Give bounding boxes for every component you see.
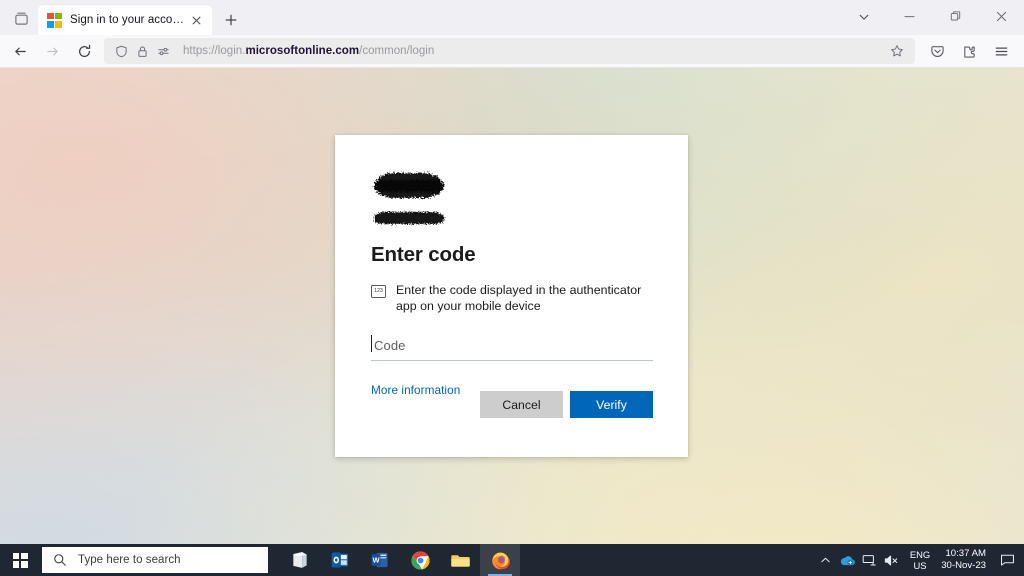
windows-start-icon[interactable] [0, 544, 40, 576]
taskbar: Type here to search W ENG US 10:37 AM 30… [0, 544, 1024, 576]
sign-in-dialog: Enter code 123 Enter the code displayed … [335, 135, 688, 457]
verify-button[interactable]: Verify [570, 391, 653, 418]
new-tab-button[interactable] [216, 5, 246, 35]
search-input[interactable]: Type here to search [42, 547, 268, 573]
chevron-down-icon[interactable] [842, 0, 886, 33]
shield-icon[interactable] [112, 42, 131, 61]
onenote-icon[interactable] [280, 544, 320, 576]
dialog-description-row: 123 Enter the code displayed in the auth… [371, 282, 653, 315]
word-icon[interactable]: W [360, 544, 400, 576]
chrome-icon[interactable] [400, 544, 440, 576]
redacted-account-name [374, 212, 444, 224]
navigation-toolbar: https://login.microsoftonline.com/common… [0, 35, 1024, 68]
numeric-keypad-icon: 123 [371, 284, 386, 298]
clock-time: 10:37 AM [945, 548, 986, 560]
close-button[interactable] [978, 0, 1024, 33]
maximize-button[interactable] [932, 0, 978, 33]
search-placeholder: Type here to search [78, 554, 181, 566]
dialog-actions: Cancel Verify [480, 391, 653, 418]
text-caret [371, 334, 372, 352]
search-icon [53, 553, 67, 567]
window-controls [842, 0, 1024, 35]
url-bar[interactable]: https://login.microsoftonline.com/common… [104, 38, 915, 64]
chevron-up-icon[interactable] [815, 544, 837, 576]
screen: Enter code 123 Enter the code displayed … [0, 0, 1024, 576]
browser-window: Sign in to your account https://login.mi… [0, 0, 1024, 68]
toolbar-actions [921, 37, 1017, 65]
language-line-2: US [913, 560, 927, 571]
hamburger-menu-icon[interactable] [985, 37, 1017, 65]
tab-list-icon[interactable] [4, 3, 38, 33]
clock-date: 30-Nov-23 [941, 560, 986, 571]
url-text: https://login.microsoftonline.com/common… [183, 45, 435, 57]
tab-strip: Sign in to your account [0, 0, 1024, 35]
extensions-icon[interactable] [953, 37, 985, 65]
bookmark-star-icon[interactable] [883, 38, 911, 64]
outlook-icon[interactable] [320, 544, 360, 576]
system-tray: ENG US 10:37 AM 30-Nov-23 [815, 544, 1024, 576]
forward-arrow-icon [36, 37, 68, 65]
network-icon[interactable] [859, 544, 881, 576]
onedrive-cloud-icon[interactable] [837, 544, 859, 576]
permissions-icon[interactable] [154, 42, 173, 61]
notification-icon[interactable] [994, 544, 1020, 576]
redacted-branding [371, 171, 653, 229]
file-explorer-icon[interactable] [440, 544, 480, 576]
microsoft-logo-icon [47, 12, 62, 28]
more-information-link[interactable]: More information [371, 383, 460, 397]
dialog-title: Enter code [371, 243, 476, 266]
pocket-icon[interactable] [921, 37, 953, 65]
tab-sign-in-to-your-account[interactable]: Sign in to your account [38, 5, 212, 35]
tab-title: Sign in to your account [70, 14, 187, 26]
close-icon[interactable] [187, 11, 206, 30]
reload-icon[interactable] [68, 37, 100, 65]
language-indicator[interactable]: ENG US [903, 544, 937, 576]
firefox-icon[interactable] [480, 544, 520, 576]
code-input[interactable]: Code [371, 331, 653, 361]
taskbar-apps: W [280, 544, 520, 576]
volume-muted-icon[interactable] [881, 544, 903, 576]
cancel-button[interactable]: Cancel [480, 391, 563, 418]
code-input-placeholder: Code [374, 337, 406, 353]
redacted-logo [374, 173, 444, 198]
back-arrow-icon[interactable] [4, 37, 36, 65]
language-line-1: ENG [909, 548, 931, 560]
lock-icon[interactable] [133, 42, 152, 61]
svg-text:W: W [372, 556, 380, 565]
minimize-button[interactable] [886, 0, 932, 33]
browser-viewport: Enter code 123 Enter the code displayed … [0, 68, 1024, 576]
clock[interactable]: 10:37 AM 30-Nov-23 [937, 544, 994, 576]
dialog-description: Enter the code displayed in the authenti… [396, 282, 642, 314]
